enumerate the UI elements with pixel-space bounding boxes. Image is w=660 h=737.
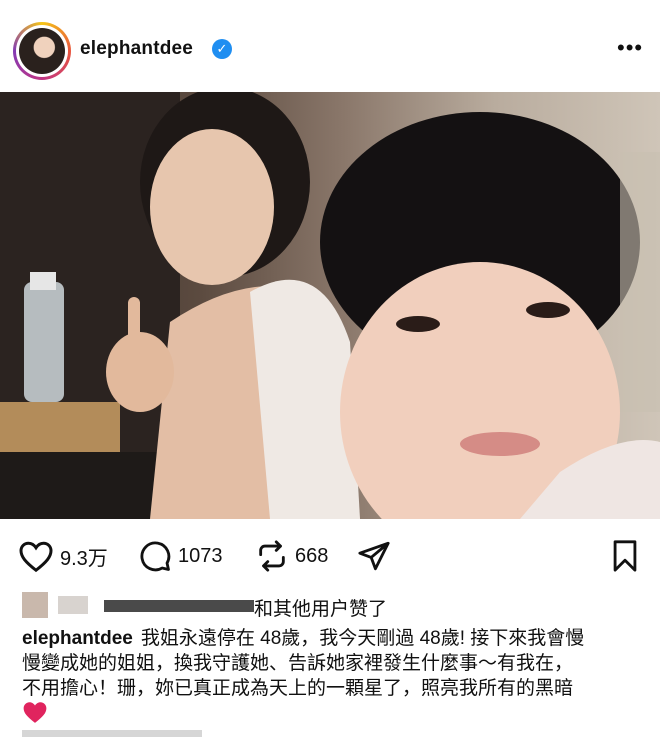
liker-avatar-blurred (58, 596, 88, 614)
post-caption: elephantdee 我姐永遠停在 48歲，我今天剛過 48歲! 接下來我會慢 … (22, 626, 646, 701)
action-bar: 9.3万 1073 668 (0, 530, 660, 582)
avatar-photo (19, 28, 65, 74)
caption-username[interactable]: elephantdee (22, 628, 133, 649)
likes-count: 9.3万 (60, 547, 108, 570)
caption-line-2: 慢變成她的姐姐，換我守護她、告訴她家裡發生什麼事～有我在， (22, 653, 574, 674)
liker-avatar (22, 592, 48, 618)
heart-icon (19, 541, 53, 573)
post-username[interactable]: elephantdee (80, 38, 193, 60)
heart-emoji-icon (22, 700, 48, 729)
post-header: elephantdee ✓ ••• (0, 0, 660, 92)
comment-button[interactable]: 1073 (138, 530, 223, 582)
send-icon (358, 541, 390, 571)
more-options-icon[interactable]: ••• (617, 37, 643, 59)
likes-text: 和其他用户赞了 (254, 599, 388, 620)
avatar[interactable] (13, 22, 71, 80)
caption-line-3: 不用擔心！珊，妳已真正成為天上的一顆星了，照亮我所有的黑暗 (22, 678, 574, 699)
liker-name-redacted (104, 600, 254, 612)
share-button[interactable] (357, 530, 391, 582)
truncated-text (22, 730, 202, 737)
repost-button[interactable]: 668 (255, 530, 328, 582)
photo-illustration (0, 92, 660, 519)
save-button[interactable] (610, 530, 640, 582)
like-button[interactable]: 9.3万 (18, 530, 108, 582)
comment-icon (140, 541, 171, 572)
bookmark-icon (613, 540, 637, 572)
reposts-count: 668 (295, 544, 329, 567)
likes-summary[interactable]: 和其他用户赞了 (22, 590, 622, 620)
post-photo[interactable] (0, 92, 660, 519)
repost-icon (259, 540, 285, 572)
comments-count: 1073 (178, 544, 223, 567)
verified-check-icon: ✓ (212, 39, 232, 59)
caption-line-1: elephantdee 我姐永遠停在 48歲，我今天剛過 48歲! 接下來我會慢 (22, 628, 585, 649)
